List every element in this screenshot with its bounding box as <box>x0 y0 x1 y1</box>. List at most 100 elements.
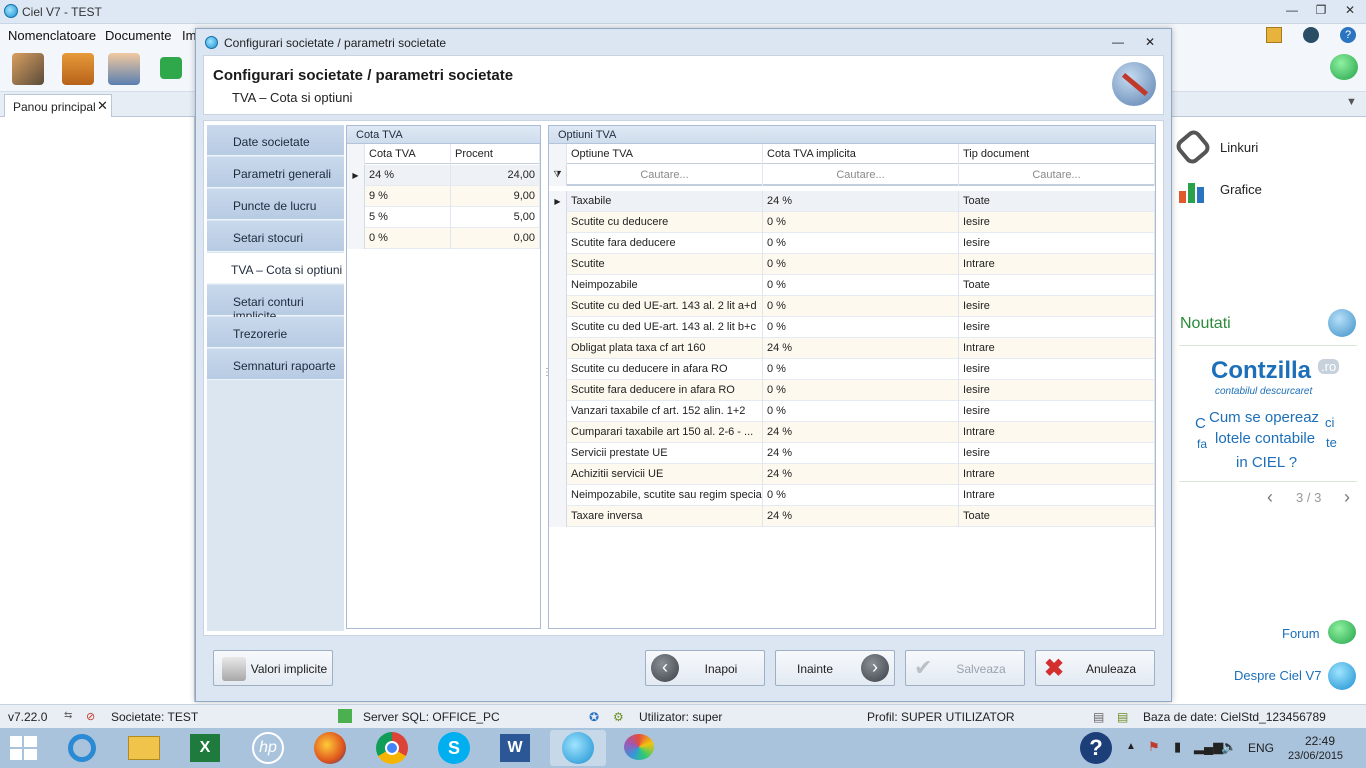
tip-document-cell[interactable]: Toate <box>959 506 1155 527</box>
optiune-row[interactable]: Servicii prestate UE 24 % Iesire <box>549 443 1155 464</box>
ciel-taskbar-icon[interactable] <box>550 730 606 766</box>
charts-label[interactable]: Grafice <box>1220 182 1262 197</box>
optiune-row[interactable]: Scutite cu ded UE-art. 143 al. 2 lit a+d… <box>549 296 1155 317</box>
cota-row[interactable]: 9 % 9,00 <box>347 186 540 207</box>
globe-download-icon[interactable] <box>1328 309 1356 337</box>
cota-implicita-cell[interactable]: 24 % <box>763 191 959 212</box>
excel-icon[interactable]: X <box>178 730 234 766</box>
cota-row[interactable]: ▶ 24 % 24,00 <box>347 165 540 186</box>
forum-link[interactable]: Forum <box>1282 626 1320 641</box>
documents-icon[interactable] <box>62 53 94 85</box>
optiune-row[interactable]: Taxare inversa 24 % Toate <box>549 506 1155 527</box>
filter-cota[interactable]: Cautare... <box>763 165 959 186</box>
tab-close-icon[interactable]: ✕ <box>97 98 108 114</box>
nav-semnaturi-rapoarte[interactable]: Semnaturi rapoarte <box>207 349 344 380</box>
cota-implicita-cell[interactable]: 0 % <box>763 212 959 233</box>
ciel-globe-icon[interactable] <box>1328 662 1356 690</box>
menu-documente[interactable]: Documente <box>105 28 171 43</box>
tip-document-cell[interactable]: Iesire <box>959 359 1155 380</box>
chat-icon[interactable] <box>1330 54 1358 80</box>
cota-implicita-cell[interactable]: 24 % <box>763 464 959 485</box>
optiune-cell[interactable]: Achizitii servicii UE <box>567 464 763 485</box>
cota-implicita-cell[interactable]: 24 % <box>763 443 959 464</box>
clock-date[interactable]: 23/06/2015 <box>1288 750 1343 762</box>
nav-tva-cota-optiuni[interactable]: TVA – Cota si optiuni <box>207 253 344 284</box>
ie-icon[interactable] <box>54 730 110 766</box>
tab-panou-principal[interactable]: Panou principal ✕ <box>4 94 112 118</box>
optiune-row[interactable]: ▶ Taxabile 24 % Toate <box>549 191 1155 212</box>
lock-icon[interactable] <box>1266 27 1282 43</box>
tray-expand-icon[interactable]: ▲ <box>1126 741 1136 752</box>
optiune-cell[interactable]: Neimpozabile <box>567 275 763 296</box>
cota-cell[interactable]: 0 % <box>365 228 451 249</box>
tip-document-cell[interactable]: Intrare <box>959 338 1155 359</box>
file-explorer-icon[interactable] <box>116 730 172 766</box>
tip-document-cell[interactable]: Iesire <box>959 380 1155 401</box>
restore-icon[interactable]: ❐ <box>1313 3 1329 17</box>
next-icon[interactable]: › <box>1344 487 1350 508</box>
procent-cell[interactable]: 9,00 <box>451 186 540 207</box>
cota-implicita-cell[interactable]: 0 % <box>763 317 959 338</box>
hp-icon[interactable]: hp <box>240 730 296 766</box>
optiune-cell[interactable]: Taxare inversa <box>567 506 763 527</box>
cota-implicita-cell[interactable]: 0 % <box>763 359 959 380</box>
forum-icon[interactable] <box>1328 620 1356 644</box>
menu-nomenclatoare[interactable]: Nomenclatoare <box>8 28 96 43</box>
optiune-cell[interactable]: Obligat plata taxa cf art 160 <box>567 338 763 359</box>
nav-setari-stocuri[interactable]: Setari stocuri <box>207 221 344 252</box>
cota-row[interactable]: 0 % 0,00 <box>347 228 540 249</box>
cota-implicita-cell[interactable]: 24 % <box>763 338 959 359</box>
cota-implicita-cell[interactable]: 0 % <box>763 380 959 401</box>
splitter-handle[interactable]: ⋮ <box>542 367 552 378</box>
signal-icon[interactable]: ▂▄▆ <box>1194 739 1223 755</box>
tip-document-cell[interactable]: Intrare <box>959 422 1155 443</box>
optiune-cell[interactable]: Scutite <box>567 254 763 275</box>
nav-parametri-generali[interactable]: Parametri generali <box>207 157 344 188</box>
paint-icon[interactable] <box>612 730 668 766</box>
tip-document-cell[interactable]: Iesire <box>959 443 1155 464</box>
tip-document-cell[interactable]: Intrare <box>959 254 1155 275</box>
tip-document-cell[interactable]: Intrare <box>959 464 1155 485</box>
chrome-icon[interactable] <box>364 730 420 766</box>
tip-document-cell[interactable]: Iesire <box>959 212 1155 233</box>
salveaza-button[interactable]: ✔ Salveaza <box>905 650 1025 686</box>
about-link[interactable]: Despre Ciel V7 <box>1234 668 1321 683</box>
optiune-row[interactable]: Scutite 0 % Intrare <box>549 254 1155 275</box>
download-icon[interactable] <box>160 57 182 79</box>
optiune-cell[interactable]: Scutite fara deducere <box>567 233 763 254</box>
cota-implicita-cell[interactable]: 0 % <box>763 401 959 422</box>
col-tip-document[interactable]: Tip document <box>959 144 1155 165</box>
cota-cell[interactable]: 24 % <box>365 165 451 186</box>
battery-icon[interactable]: ▮ <box>1174 739 1181 755</box>
tip-document-cell[interactable]: Intrare <box>959 485 1155 506</box>
optiune-cell[interactable]: Taxabile <box>567 191 763 212</box>
optiune-cell[interactable]: Neimpozabile, scutite sau regim special <box>567 485 763 506</box>
optiune-cell[interactable]: Scutite cu deducere <box>567 212 763 233</box>
power-icon[interactable] <box>1303 27 1319 43</box>
cota-implicita-cell[interactable]: 0 % <box>763 233 959 254</box>
optiune-row[interactable]: Obligat plata taxa cf art 160 24 % Intrare <box>549 338 1155 359</box>
dialog-minimize-icon[interactable]: — <box>1110 35 1126 49</box>
procent-cell[interactable]: 24,00 <box>451 165 540 186</box>
cota-implicita-cell[interactable]: 0 % <box>763 254 959 275</box>
skype-icon[interactable]: S <box>426 730 482 766</box>
dialog-close-icon[interactable]: ✕ <box>1142 35 1158 49</box>
cota-cell[interactable]: 9 % <box>365 186 451 207</box>
tip-document-cell[interactable]: Toate <box>959 191 1155 212</box>
optiune-row[interactable]: Vanzari taxabile cf art. 152 alin. 1+2 0 … <box>549 401 1155 422</box>
close-icon[interactable]: ✕ <box>1342 3 1358 17</box>
prev-icon[interactable]: ‹ <box>1267 487 1273 508</box>
optiune-row[interactable]: Scutite fara deducere in afara RO 0 % Iesi… <box>549 380 1155 401</box>
optiune-cell[interactable]: Scutite cu ded UE-art. 143 al. 2 lit b+c <box>567 317 763 338</box>
word-icon[interactable]: W <box>488 730 544 766</box>
inapoi-button[interactable]: ‹ Inapoi <box>645 650 765 686</box>
cota-row[interactable]: 5 % 5,00 <box>347 207 540 228</box>
optiune-row[interactable]: Scutite fara deducere 0 % Iesire <box>549 233 1155 254</box>
tip-document-cell[interactable]: Toate <box>959 275 1155 296</box>
col-cota-tva[interactable]: Cota TVA <box>365 144 451 165</box>
nav-setari-conturi[interactable]: Setari conturi implicite <box>207 285 344 323</box>
tip-document-cell[interactable]: Iesire <box>959 401 1155 422</box>
tip-document-cell[interactable]: Iesire <box>959 296 1155 317</box>
chevron-down-icon[interactable]: ▼ <box>1346 96 1357 108</box>
cota-implicita-cell[interactable]: 24 % <box>763 506 959 527</box>
